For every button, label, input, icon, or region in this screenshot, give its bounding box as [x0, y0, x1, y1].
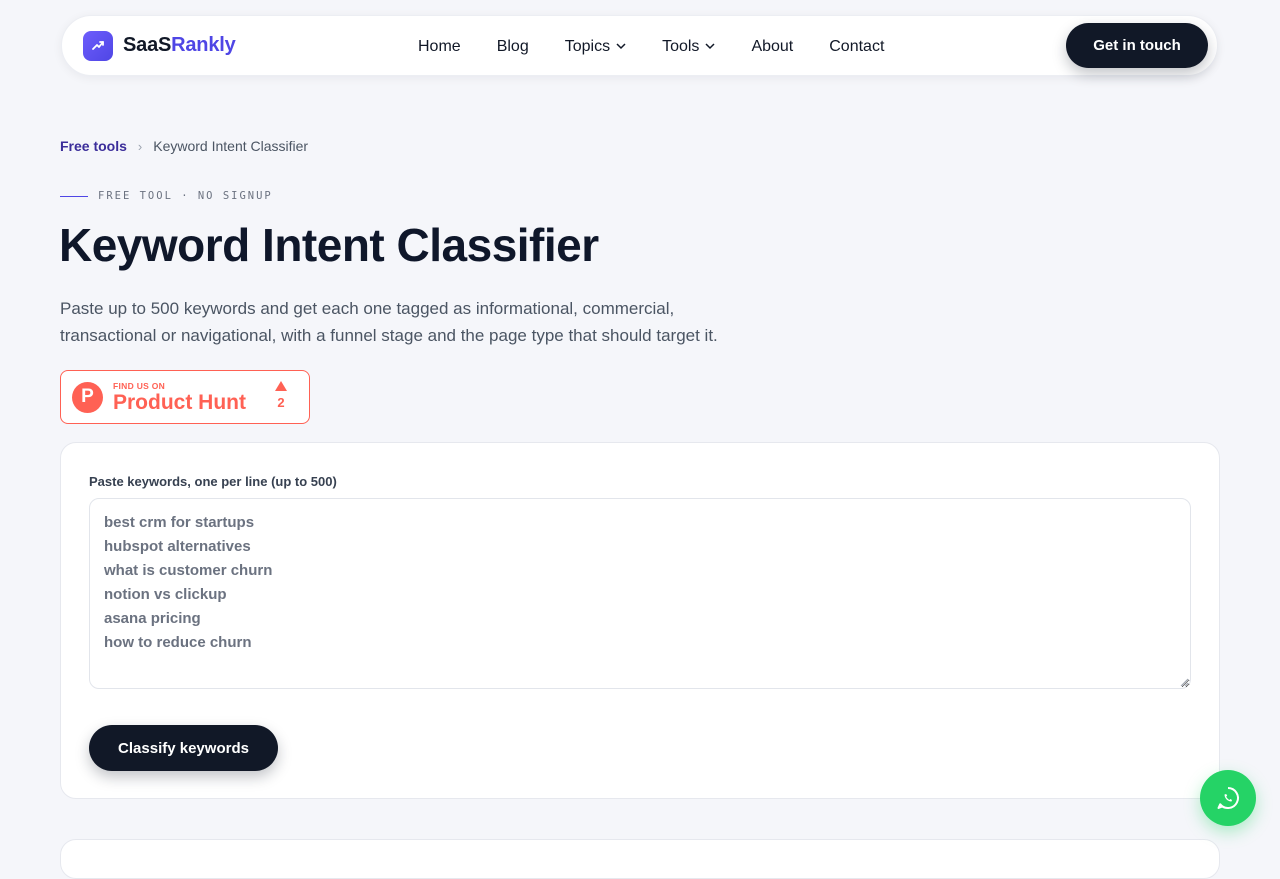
eyebrow: FREE TOOL · NO SIGNUP [60, 190, 273, 202]
brand-logo[interactable]: SaaSRankly [83, 30, 236, 61]
nav-link-home-label: Home [418, 37, 461, 55]
classify-keywords-button[interactable]: Classify keywords [89, 725, 278, 771]
nav-link-topics[interactable]: Topics [565, 38, 626, 56]
nav-link-blog[interactable]: Blog [497, 38, 529, 56]
brand-name-part2: Rankly [171, 34, 236, 56]
breadcrumb-link-free-tools[interactable]: Free tools [60, 138, 127, 154]
nav-link-contact[interactable]: Contact [829, 38, 884, 56]
product-hunt-vote-count: 2 [277, 395, 285, 410]
main-nav: Home Blog Topics Tools About Contact [418, 16, 884, 77]
nav-link-about[interactable]: About [751, 38, 793, 56]
nav-link-blog-label: Blog [496, 37, 529, 55]
product-hunt-votes: 2 [275, 381, 287, 410]
breadcrumb: Free tools › Keyword Intent Classifier [60, 138, 308, 154]
get-in-touch-button[interactable]: Get in touch [1066, 23, 1208, 68]
nav-link-tools-label: Tools [662, 37, 700, 55]
description-line-2: transactional or navigational, with a fu… [60, 326, 718, 345]
eyebrow-text: FREE TOOL · NO SIGNUP [98, 190, 273, 202]
product-hunt-icon: P [72, 381, 103, 413]
whatsapp-button[interactable] [1200, 770, 1256, 826]
nav-link-topics-label: Topics [564, 37, 611, 55]
product-hunt-label: Product Hunt [113, 390, 246, 414]
keywords-label: Paste keywords, one per line (up to 500) [89, 474, 337, 489]
trending-up-icon [83, 30, 113, 61]
breadcrumb-current: Keyword Intent Classifier [153, 138, 309, 154]
brand-name: SaaSRankly [123, 34, 236, 57]
eyebrow-line [60, 195, 88, 197]
description-line-1: Paste up to 500 keywords and get each on… [60, 299, 675, 318]
chevron-down-icon [705, 43, 715, 50]
nav-link-about-label: About [751, 37, 794, 55]
keywords-textarea[interactable] [89, 498, 1191, 689]
product-hunt-badge[interactable]: P FIND US ON Product Hunt 2 [60, 370, 310, 424]
page-title: Keyword Intent Classifier [59, 219, 599, 271]
product-hunt-text: FIND US ON Product Hunt [113, 381, 246, 414]
page-description: Paste up to 500 keywords and get each on… [60, 295, 800, 349]
whatsapp-icon [1217, 787, 1239, 809]
chevron-down-icon [616, 43, 626, 50]
nav-link-contact-label: Contact [829, 37, 885, 55]
upvote-arrow-icon [275, 381, 287, 391]
results-card [60, 839, 1220, 879]
nav-link-tools[interactable]: Tools [662, 38, 715, 56]
nav-link-home[interactable]: Home [418, 38, 461, 56]
classifier-card: Paste keywords, one per line (up to 500)… [60, 442, 1220, 799]
brand-name-part1: SaaS [123, 34, 172, 56]
breadcrumb-separator: › [137, 138, 143, 154]
top-navbar: SaaSRankly Home Blog Topics Tools About … [61, 15, 1218, 76]
resize-grip-icon[interactable] [1180, 678, 1189, 687]
product-hunt-small-label: FIND US ON [113, 380, 166, 391]
